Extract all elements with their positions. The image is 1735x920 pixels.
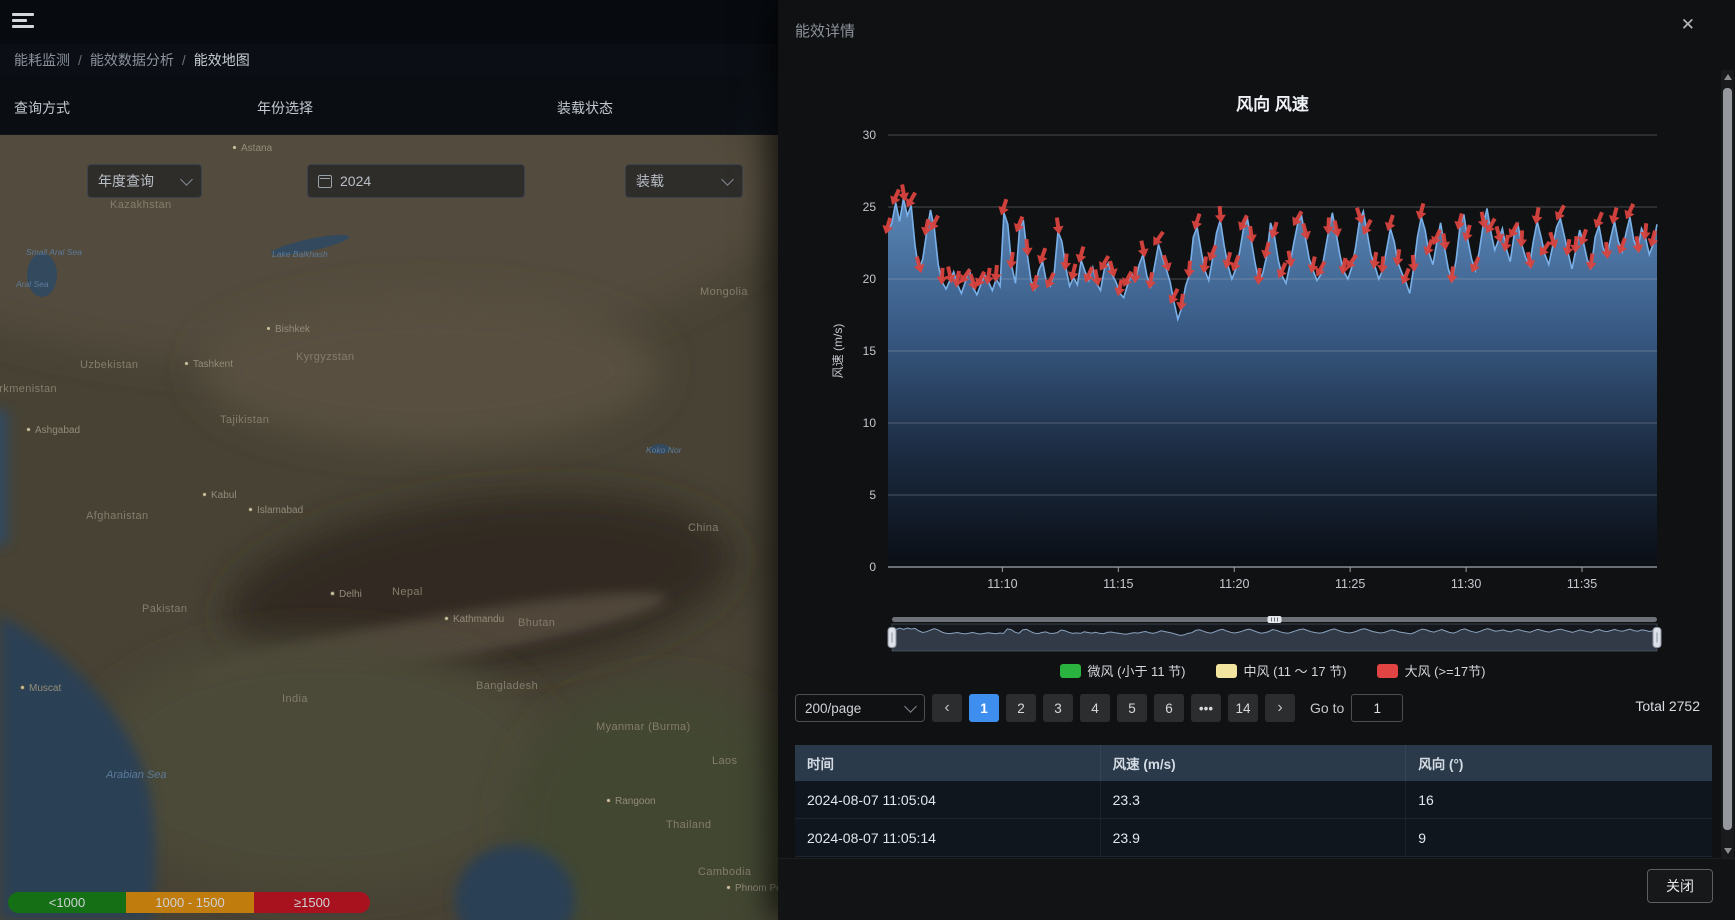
- load-state-label: 装载状态: [557, 98, 613, 118]
- svg-text:11:25: 11:25: [1335, 577, 1365, 591]
- chevron-down-icon: [180, 173, 193, 186]
- chart-legend-item[interactable]: 中风 (11 ～ 17 节): [1216, 661, 1347, 680]
- chevron-down-icon: [721, 173, 734, 186]
- svg-text:11:35: 11:35: [1567, 577, 1597, 591]
- query-mode-select[interactable]: 年度查询: [87, 164, 202, 198]
- chart-legend-item[interactable]: 微风 (小于 11 节): [1060, 661, 1186, 680]
- query-mode-label: 查询方式: [14, 98, 70, 118]
- page-button[interactable]: 4: [1080, 694, 1110, 722]
- svg-text:15: 15: [863, 344, 877, 358]
- table-row: 2024-08-07 11:05:0423.316: [795, 781, 1712, 819]
- legend-swatch: [1060, 664, 1081, 678]
- breadcrumb-item[interactable]: 能耗监测: [14, 50, 70, 70]
- datazoom-slider[interactable]: [876, 616, 1666, 652]
- breadcrumb-item[interactable]: 能效地图: [194, 50, 250, 70]
- svg-text:11:10: 11:10: [987, 577, 1017, 591]
- chart-title: 风向 风速: [888, 90, 1657, 115]
- table-cell: 23.3: [1101, 781, 1407, 818]
- page-button[interactable]: 6: [1154, 694, 1184, 722]
- scroll-up-icon[interactable]: [1721, 70, 1734, 84]
- year-value: 2024: [340, 173, 371, 189]
- page-button[interactable]: 5: [1117, 694, 1147, 722]
- year-label: 年份选择: [257, 98, 313, 118]
- pagination: 200/page ‹ 123456•••14 › Go to: [795, 694, 1403, 722]
- map-legend-segment: ≥1500: [254, 892, 370, 913]
- legend-swatch: [1216, 664, 1237, 678]
- table-cell: 23.9: [1101, 819, 1407, 856]
- table-cell: 2024-08-07 11:05:04: [795, 781, 1101, 818]
- drawer-footer: 关闭: [778, 858, 1735, 920]
- table-header-cell: 风向 (°): [1406, 745, 1712, 781]
- breadcrumb-item[interactable]: 能效数据分析: [90, 50, 174, 70]
- scrollbar-thumb[interactable]: [1723, 88, 1732, 830]
- breadcrumb-separator: /: [78, 52, 82, 68]
- table-cell: 16: [1406, 781, 1712, 818]
- page-size-select[interactable]: 200/page: [795, 694, 925, 722]
- close-icon[interactable]: ✕: [1681, 16, 1695, 33]
- drawer-title: 能效详情: [795, 20, 855, 41]
- query-mode-value: 年度查询: [98, 171, 154, 191]
- svg-text:20: 20: [863, 272, 877, 286]
- total-count: Total 2752: [1635, 698, 1700, 714]
- svg-text:11:20: 11:20: [1219, 577, 1249, 591]
- map-legend-segment: <1000: [8, 892, 126, 913]
- svg-text:5: 5: [869, 488, 876, 502]
- chart-legend: 微风 (小于 11 节) 中风 (11 ～ 17 节) 大风 (>=17节): [888, 661, 1657, 680]
- scroll-down-icon[interactable]: [1721, 844, 1734, 858]
- next-page-button[interactable]: ›: [1265, 694, 1295, 722]
- page-button[interactable]: 14: [1228, 694, 1258, 722]
- page-button[interactable]: 3: [1043, 694, 1073, 722]
- energy-map[interactable]: AstanaKazakhstanSmall Aral SeaAral SeaLa…: [0, 135, 778, 920]
- table-header-cell: 时间: [795, 745, 1101, 781]
- scrollbar[interactable]: [1721, 70, 1734, 858]
- legend-label: 微风 (小于 11 节): [1088, 661, 1186, 680]
- table-header-cell: 风速 (m/s): [1101, 745, 1407, 781]
- svg-text:风速 (m/s): 风速 (m/s): [831, 324, 845, 379]
- goto-page-input[interactable]: [1351, 694, 1403, 722]
- svg-text:30: 30: [863, 128, 877, 142]
- menu-toggle-icon[interactable]: [12, 13, 34, 30]
- page-size-value: 200/page: [805, 701, 861, 716]
- map-legend-segment: 1000 - 1500: [126, 892, 254, 913]
- load-state-select[interactable]: 装载: [625, 164, 743, 198]
- table-header: 时间风速 (m/s)风向 (°): [795, 745, 1712, 781]
- svg-text:25: 25: [863, 200, 877, 214]
- table-cell: 9: [1406, 819, 1712, 856]
- map-value-legend: <10001000 - 1500≥1500: [8, 892, 370, 913]
- wind-chart[interactable]: 0 5 10 15 20 25 30 11:10 11:15 11:20 11:25 11:30 11:…: [778, 120, 1723, 600]
- map-terrain: [0, 135, 778, 920]
- goto-label: Go to: [1310, 700, 1344, 716]
- calendar-icon: [318, 175, 332, 188]
- load-state-value: 装载: [636, 171, 664, 191]
- year-picker[interactable]: 2024: [307, 164, 525, 198]
- svg-text:0: 0: [869, 560, 876, 574]
- table-cell: 2024-08-07 11:05:14: [795, 819, 1101, 856]
- legend-label: 大风 (>=17节): [1405, 661, 1486, 680]
- more-pages-button[interactable]: •••: [1191, 694, 1221, 722]
- legend-label: 中风 (11 ～ 17 节): [1244, 661, 1347, 680]
- page-button[interactable]: 2: [1006, 694, 1036, 722]
- close-button[interactable]: 关闭: [1647, 869, 1713, 903]
- chart-legend-item[interactable]: 大风 (>=17节): [1377, 661, 1486, 680]
- detail-drawer: 能效详情 ✕ 风向 风速 05101520253011:1011:1511:20…: [778, 0, 1735, 920]
- svg-text:11:15: 11:15: [1103, 577, 1133, 591]
- breadcrumb-separator: /: [182, 52, 186, 68]
- svg-text:11:30: 11:30: [1451, 577, 1481, 591]
- wind-data-table: 时间风速 (m/s)风向 (°) 2024-08-07 11:05:0423.3…: [795, 745, 1712, 857]
- prev-page-button[interactable]: ‹: [932, 694, 962, 722]
- legend-swatch: [1377, 664, 1398, 678]
- table-row: 2024-08-07 11:05:1423.99: [795, 819, 1712, 857]
- page-button[interactable]: 1: [969, 694, 999, 722]
- chevron-down-icon: [904, 700, 917, 713]
- svg-text:10: 10: [863, 416, 877, 430]
